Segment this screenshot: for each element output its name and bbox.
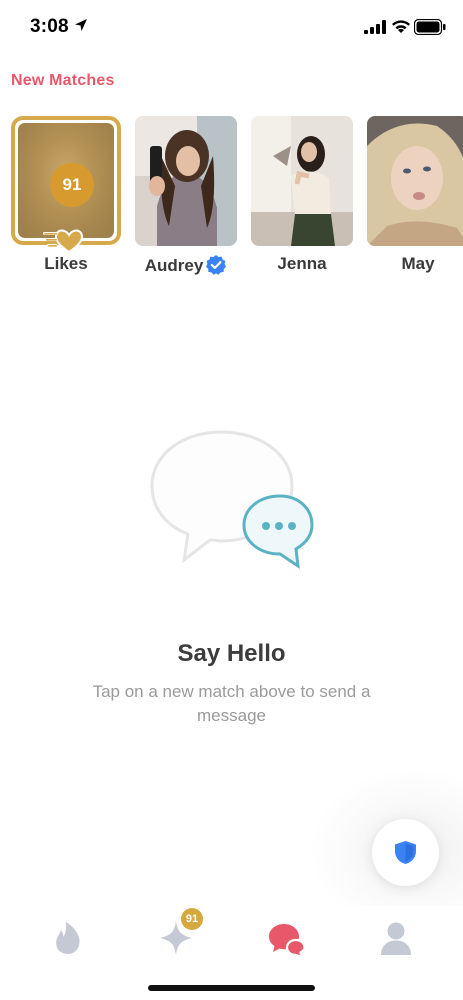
tab-messages[interactable] <box>267 918 307 959</box>
top-picks-count-badge: 91 <box>181 908 203 930</box>
shield-icon <box>395 841 416 864</box>
battery-icon <box>414 19 446 35</box>
empty-state-subtitle: Tap on a new match above to send a messa… <box>92 682 371 725</box>
status-time: 3:08 <box>30 16 69 37</box>
likes-blurred-preview: 91 <box>18 123 114 238</box>
match-photo[interactable] <box>251 116 353 246</box>
home-indicator[interactable] <box>148 985 315 991</box>
match-photo[interactable] <box>135 116 237 246</box>
likes-heart-icon <box>43 229 83 254</box>
new-matches-row[interactable]: 91 Likes Audrey Jenna May <box>0 112 463 282</box>
verified-badge-icon <box>206 255 227 275</box>
likes-label: Likes <box>44 254 88 273</box>
flame-icon <box>56 922 80 954</box>
tab-profile[interactable] <box>376 918 416 958</box>
match-name: May <box>401 254 435 273</box>
safety-toolkit-button[interactable] <box>372 819 439 886</box>
match-name: Audrey <box>144 256 204 275</box>
location-arrow-icon <box>75 19 87 31</box>
profile-icon <box>381 922 411 955</box>
cellular-signal-icon <box>364 20 386 34</box>
match-name-row: Audrey <box>135 254 237 276</box>
status-bar: 3:08 <box>0 0 463 54</box>
match-photo[interactable] <box>367 116 463 246</box>
match-name: Jenna <box>277 254 327 273</box>
tab-discover[interactable] <box>48 918 88 958</box>
new-matches-title: New Matches <box>11 72 115 89</box>
chat-bubbles-icon <box>269 924 306 959</box>
wifi-icon <box>392 20 410 33</box>
likes-count-badge: 91 <box>50 163 94 207</box>
empty-state-title: Say Hello <box>177 640 286 667</box>
chat-bubbles-illustration <box>150 430 314 570</box>
